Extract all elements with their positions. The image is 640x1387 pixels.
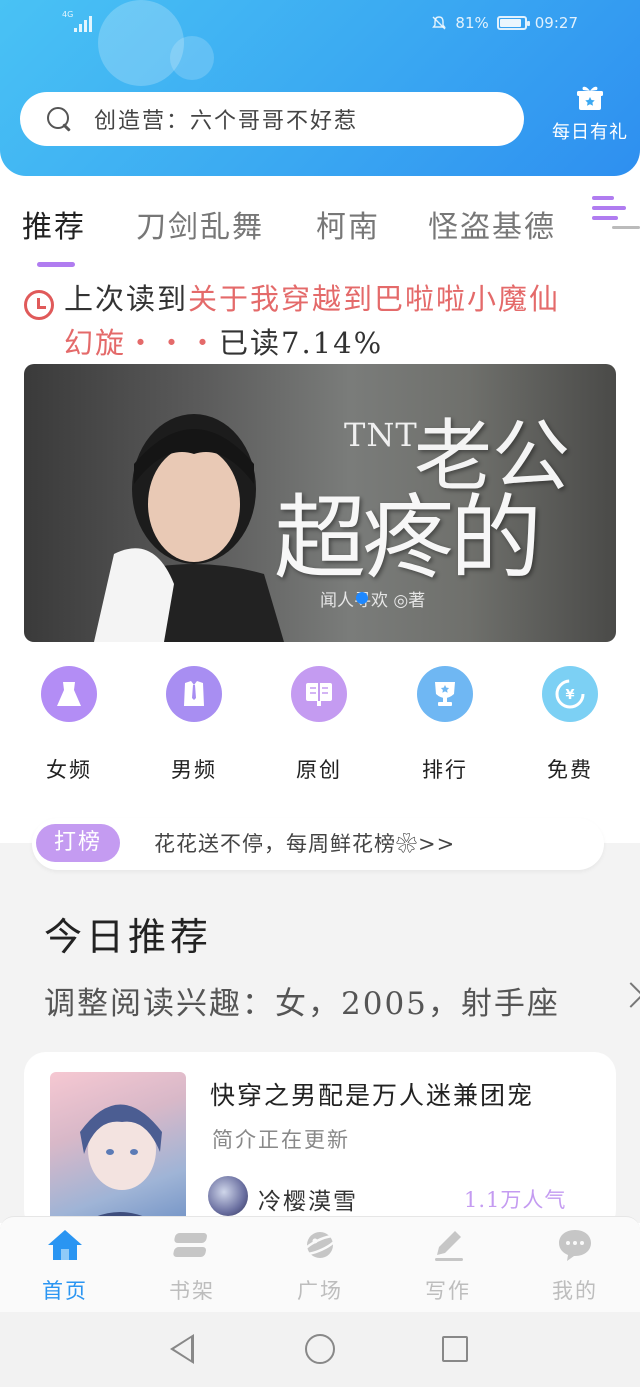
category-label: 女频 xyxy=(46,758,92,782)
signal-icon xyxy=(62,14,92,32)
category-tabs: 推荐 刀剑乱舞 柯南 怪盗基德 xyxy=(0,196,640,256)
reading-interest-link[interactable]: 调整阅读兴趣：女，2005，射手座 xyxy=(44,978,560,1023)
last-read-line1: 上次读到关于我穿越到巴啦啦小魔仙 xyxy=(64,278,560,320)
category-female[interactable]: 女频 xyxy=(29,666,109,784)
banner-author: 闻人寻欢 ◎著 xyxy=(320,591,426,611)
banner-series: TNT xyxy=(344,416,418,454)
active-tab-indicator xyxy=(37,262,75,267)
home-circle-icon[interactable] xyxy=(305,1334,335,1364)
book-author: 冷樱漠雪 xyxy=(258,1189,358,1215)
book-title[interactable]: 快穿之男配是万人迷兼团宠 xyxy=(210,1076,534,1112)
rank-badge: 打榜 xyxy=(36,824,120,862)
banner-cover-art xyxy=(94,414,284,642)
nav-label: 我的 xyxy=(552,1279,598,1303)
nav-label: 写作 xyxy=(425,1279,471,1303)
tab-menu-icon[interactable] xyxy=(592,196,640,240)
pen-icon xyxy=(429,1227,467,1263)
svg-text:¥: ¥ xyxy=(565,688,574,703)
section-title-today: 今日推荐 xyxy=(44,915,213,959)
book-card[interactable]: 快穿之男配是万人迷兼团宠 简介正在更新 冷樱漠雪 1.1万人气 xyxy=(24,1052,616,1232)
book-popularity: 1.1万人气 xyxy=(464,1188,567,1212)
planet-icon xyxy=(301,1227,339,1263)
tab-conan[interactable]: 柯南 xyxy=(316,202,380,246)
book-description: 简介正在更新 xyxy=(212,1128,350,1152)
home-icon xyxy=(46,1227,84,1263)
daily-gift-button[interactable]: 每日有礼 xyxy=(540,84,640,154)
clock-time: 09:27 xyxy=(534,14,578,32)
nav-bookshelf[interactable]: 书架 xyxy=(152,1227,232,1305)
chat-bubble-icon xyxy=(556,1227,594,1263)
battery-percent: 81% xyxy=(455,14,489,32)
bookshelf-icon xyxy=(173,1227,211,1263)
system-navigation-bar xyxy=(0,1312,640,1387)
status-bar: 4G 81% 09:27 xyxy=(0,0,640,48)
mute-icon xyxy=(431,15,447,31)
category-label: 免费 xyxy=(547,758,593,782)
last-read-line2: 幻旋・・・已读7.14% xyxy=(64,322,383,364)
nav-square[interactable]: 广场 xyxy=(280,1227,360,1305)
status-right: 81% 09:27 xyxy=(431,14,578,32)
category-free[interactable]: ¥ 免费 xyxy=(530,666,610,784)
book-icon xyxy=(291,666,347,722)
back-icon[interactable] xyxy=(170,1334,194,1364)
history-clock-icon xyxy=(24,290,54,320)
nav-label: 书架 xyxy=(169,1279,215,1303)
shirt-icon xyxy=(166,666,222,722)
tab-recommend[interactable]: 推荐 xyxy=(22,202,86,246)
app-header: 4G 81% 09:27 创造营：六个哥哥不好惹 每日有礼 xyxy=(0,0,640,176)
category-label: 排行 xyxy=(422,758,468,782)
trophy-icon xyxy=(417,666,473,722)
category-male[interactable]: 男频 xyxy=(154,666,234,784)
category-ranking[interactable]: 排行 xyxy=(405,666,485,784)
recent-apps-icon[interactable] xyxy=(442,1336,468,1362)
book-cover[interactable] xyxy=(50,1072,186,1232)
gift-icon xyxy=(577,86,603,110)
tab-touken-ranbu[interactable]: 刀剑乱舞 xyxy=(136,202,264,246)
search-placeholder: 创造营：六个哥哥不好惹 xyxy=(94,109,359,134)
last-read-book-title[interactable]: 关于我穿越到巴啦啦小魔仙 xyxy=(188,282,560,316)
carousel-indicator xyxy=(356,592,368,604)
last-read-prefix: 上次读到 xyxy=(64,282,189,316)
nav-label: 广场 xyxy=(297,1279,343,1303)
yen-coin-icon: ¥ xyxy=(542,666,598,722)
banner-title-main: 超疼的 xyxy=(274,485,542,592)
tab-kaito-kid[interactable]: 怪盗基德 xyxy=(428,202,556,246)
featured-banner[interactable]: 老公 TNT 超疼的 闻人寻欢 ◎著 xyxy=(24,364,616,642)
category-label: 男频 xyxy=(171,758,217,782)
category-label: 原创 xyxy=(296,758,342,782)
bottom-navigation: 首页 书架 广场 写作 我的 xyxy=(0,1216,640,1312)
avatar xyxy=(208,1176,248,1216)
daily-gift-label: 每日有礼 xyxy=(552,122,628,143)
nav-mine[interactable]: 我的 xyxy=(535,1227,615,1305)
last-read-progress: 已读7.14% xyxy=(219,326,384,360)
flower-ranking-bar[interactable]: 打榜 花花送不停，每周鲜花榜❀>> xyxy=(32,818,604,870)
nav-label: 首页 xyxy=(42,1279,88,1303)
battery-icon xyxy=(496,16,530,30)
nav-write[interactable]: 写作 xyxy=(408,1227,488,1305)
search-bar[interactable]: 创造营：六个哥哥不好惹 xyxy=(20,92,524,146)
rank-bar-text: 花花送不停，每周鲜花榜❀>> xyxy=(154,832,456,856)
last-read-book-title-cont[interactable]: 幻旋・・・ xyxy=(64,326,219,360)
nav-home[interactable]: 首页 xyxy=(25,1227,105,1305)
search-icon xyxy=(46,106,72,132)
category-original[interactable]: 原创 xyxy=(279,666,359,784)
dress-icon xyxy=(41,666,97,722)
